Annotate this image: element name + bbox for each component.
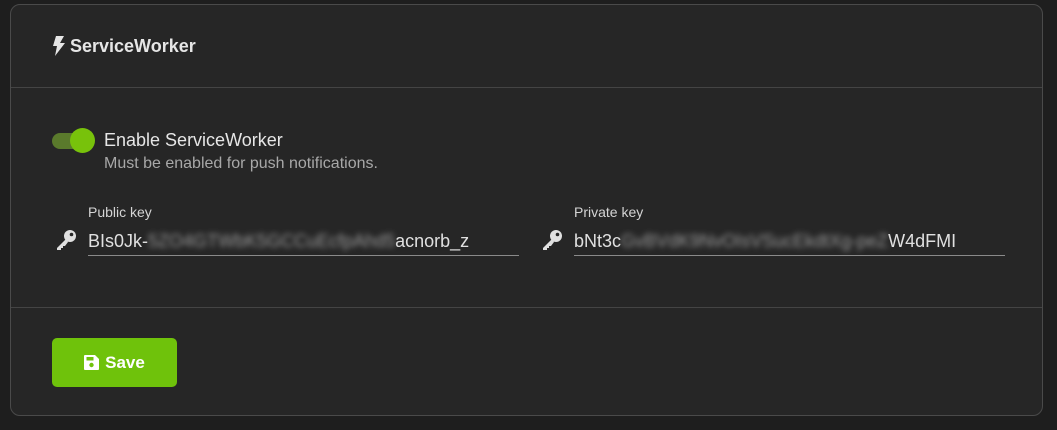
bolt-icon — [52, 36, 66, 56]
private-key-value-end: W4dFMI — [888, 231, 957, 251]
public-key-value-hidden: 5ZO4GTWbK5GCCuEcfpAhd5 — [148, 231, 396, 251]
serviceworker-card: ServiceWorker Enable ServiceWorker Must … — [10, 4, 1043, 416]
save-button[interactable]: Save — [52, 338, 177, 387]
enable-serviceworker-toggle[interactable] — [52, 128, 95, 153]
public-key-value-end: acnorb_z — [395, 231, 470, 251]
public-key-field: Public key BIs0Jk- 5ZO4GTWbK5GCCuEcfpAhd5… — [55, 204, 535, 256]
private-key-value-hidden: GvBVdK9NvOIsVSucEkdtXg-peZ — [621, 231, 889, 251]
key-icon — [541, 229, 565, 251]
floppy-disk-icon — [84, 355, 100, 370]
toggle-help-text: Must be enabled for push notifications. — [104, 155, 378, 172]
public-key-input[interactable]: BIs0Jk- 5ZO4GTWbK5GCCuEcfpAhd5 acnorb_z — [88, 224, 519, 256]
private-key-input[interactable]: bNt3c GvBVdK9NvOIsVSucEkdtXg-peZ W4dFMI — [574, 224, 1005, 256]
toggle-text: Enable ServiceWorker Must be enabled for… — [104, 128, 378, 173]
card-footer: Save — [11, 308, 1042, 415]
private-key-value-start: bNt3c — [574, 231, 622, 251]
card-body: Enable ServiceWorker Must be enabled for… — [11, 88, 1042, 308]
card-title: ServiceWorker — [70, 35, 196, 56]
toggle-label: Enable ServiceWorker — [104, 130, 283, 150]
public-key-label: Public key — [88, 204, 152, 220]
public-key-value-start: BIs0Jk- — [88, 231, 149, 251]
private-key-field: Private key bNt3c GvBVdK9NvOIsVSucEkdtXg-… — [541, 204, 1021, 256]
toggle-thumb — [70, 128, 95, 153]
private-key-label: Private key — [574, 204, 644, 220]
card-header: ServiceWorker — [11, 5, 1042, 88]
key-icon — [55, 229, 79, 251]
enable-serviceworker-row: Enable ServiceWorker Must be enabled for… — [52, 128, 378, 173]
save-button-label: Save — [105, 352, 145, 372]
